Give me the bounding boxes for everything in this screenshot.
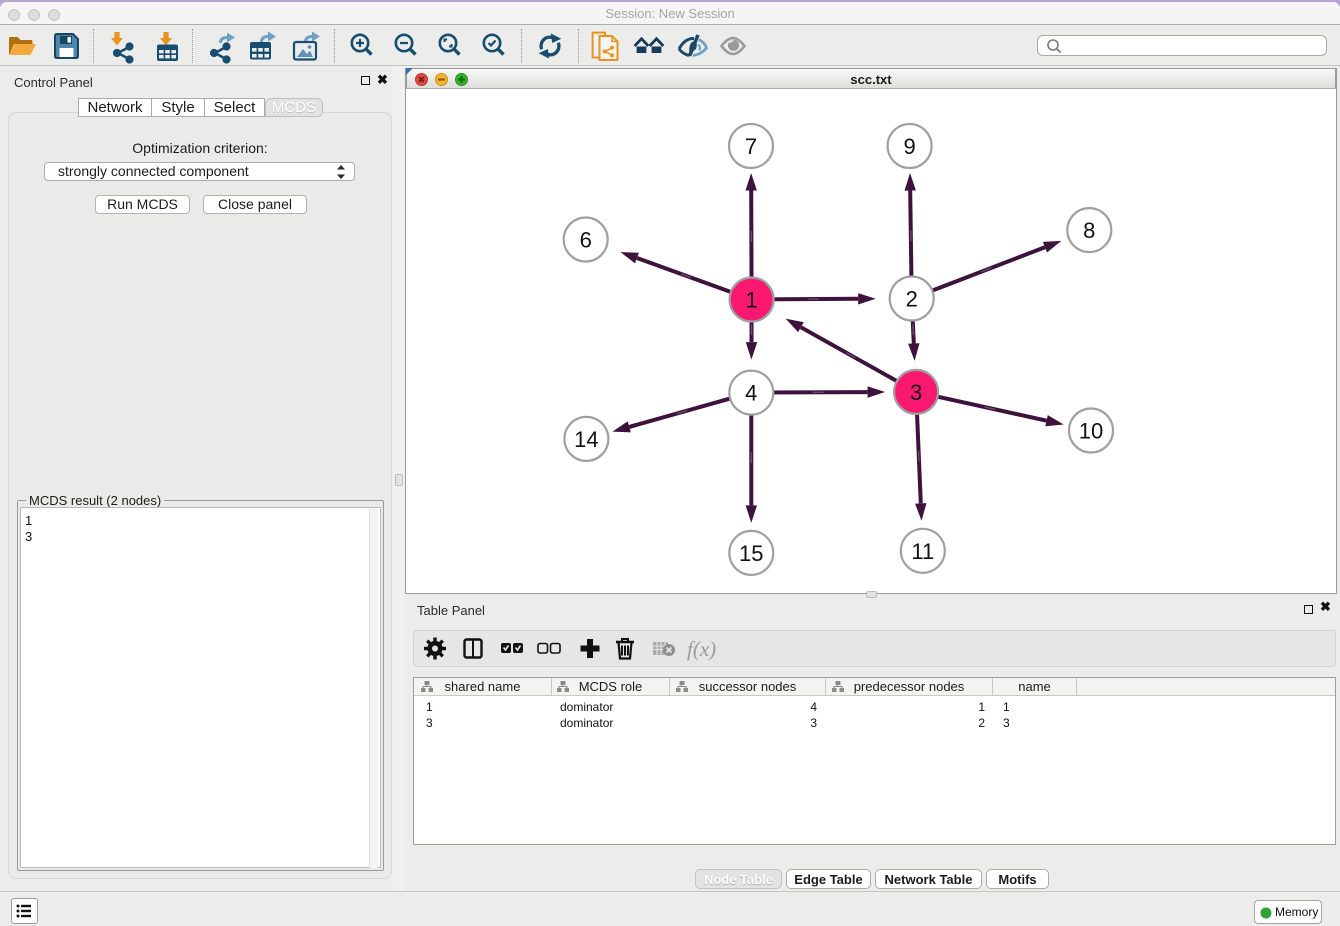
svg-text:3: 3 (910, 380, 922, 405)
svg-text:9: 9 (903, 134, 915, 159)
svg-text:f(x): f(x) (687, 637, 716, 661)
svg-text:11: 11 (911, 539, 934, 564)
svg-text:15: 15 (739, 541, 763, 566)
svg-text:6: 6 (580, 228, 592, 253)
svg-text:7: 7 (745, 134, 757, 159)
svg-text:4: 4 (745, 381, 757, 406)
svg-text:1: 1 (745, 288, 757, 313)
svg-text:2: 2 (906, 287, 918, 312)
svg-text:8: 8 (1083, 218, 1095, 243)
svg-text:14: 14 (574, 427, 598, 452)
svg-text:10: 10 (1079, 419, 1103, 444)
